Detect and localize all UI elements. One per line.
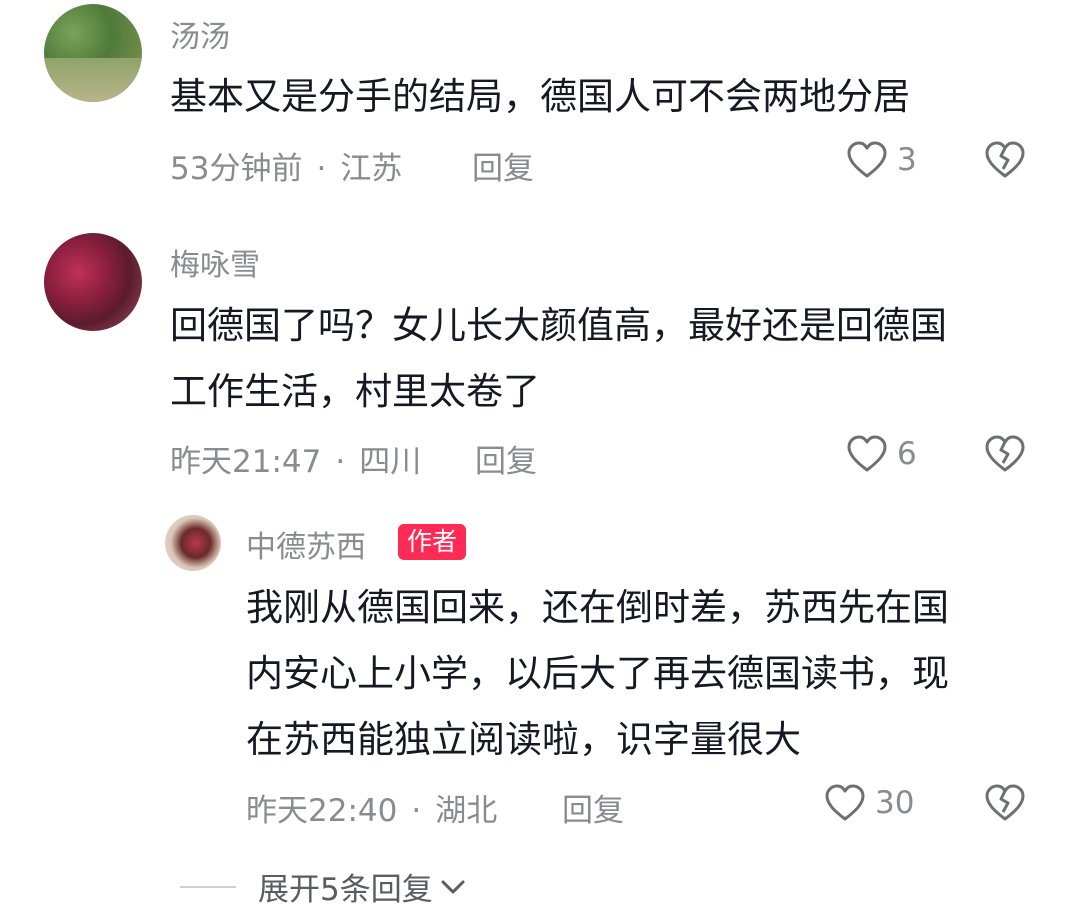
reply-button[interactable]: 回复	[562, 785, 624, 830]
reply-username[interactable]: 中德苏西	[246, 522, 366, 566]
expand-replies-label: 展开5条回复	[258, 872, 433, 908]
expand-replies[interactable]: 展开5条回复	[180, 864, 467, 909]
dislike-button[interactable]	[983, 783, 1027, 827]
reply-comment: 中德苏西 作者 我刚从德国回来，还在倒时差，苏西先在国 内安心上小学，以后大了再…	[0, 0, 1080, 923]
reply-text-line: 内安心上小学，以后大了再去德国读书，现	[246, 652, 949, 695]
heart-icon	[825, 784, 865, 821]
author-badge: 作者	[398, 524, 467, 560]
reply-meta: 昨天22:40 · 湖北	[246, 785, 497, 830]
like-button[interactable]: 30	[823, 783, 914, 823]
meta-separator: ·	[411, 793, 422, 829]
like-count: 30	[875, 785, 915, 821]
reply-text: 我刚从德国回来，还在倒时差，苏西先在国 内安心上小学，以后大了再去德国读书，现 …	[246, 575, 949, 773]
reply-time: 昨天22:40	[246, 793, 398, 829]
avatar[interactable]	[165, 515, 221, 571]
broken-heart-icon	[985, 784, 1025, 821]
reply-location: 湖北	[435, 793, 498, 829]
reply-text-line: 我刚从德国回来，还在倒时差，苏西先在国	[246, 586, 949, 629]
chevron-down-icon	[441, 880, 465, 893]
reply-text-line: 在苏西能独立阅读啦，识字量很大	[246, 718, 801, 761]
divider	[180, 885, 236, 888]
